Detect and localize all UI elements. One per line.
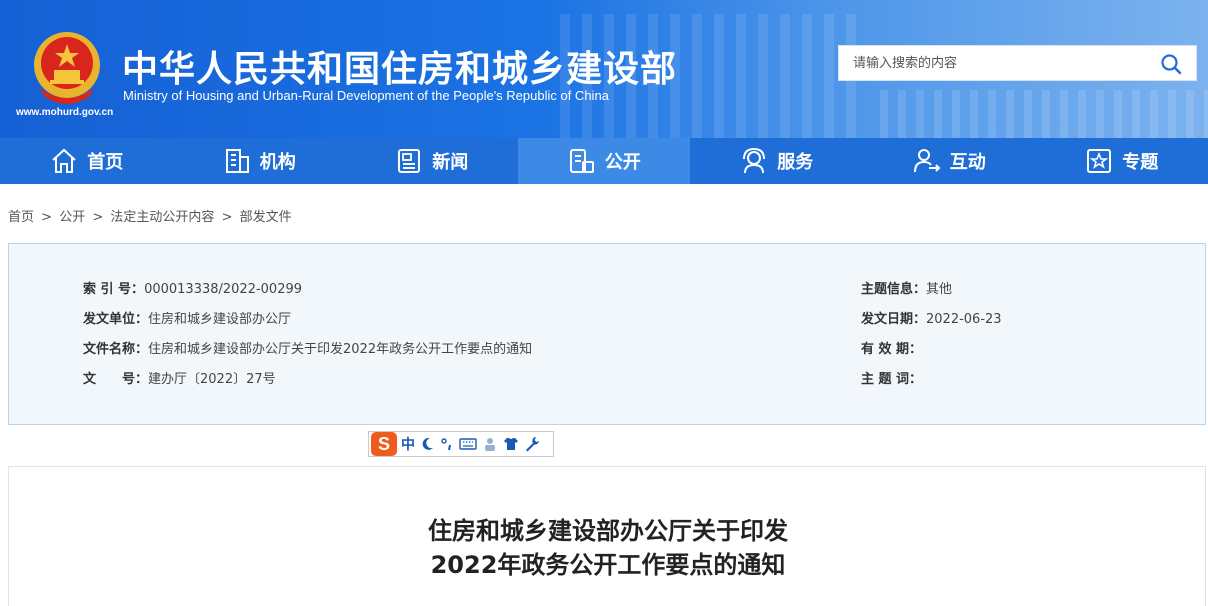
breadcrumb-home[interactable]: 首页 [8, 210, 34, 225]
info-index-value: 000013338/2022-00299 [144, 282, 303, 297]
site-header: www.mohurd.gov.cn 中华人民共和国住房和城乡建设部 Minist… [0, 0, 1208, 138]
document-title-line1: 住房和城乡建设部办公厅关于印发 [428, 517, 788, 545]
breadcrumb-separator: > [221, 210, 233, 225]
nav-item-topic[interactable]: 专题 [1035, 138, 1208, 184]
search-icon[interactable] [1160, 53, 1182, 75]
document-content: 住房和城乡建设部办公厅关于印发 2022年政务公开工作要点的通知 [8, 466, 1206, 606]
home-icon [52, 148, 76, 173]
nav-label-service: 服务 [777, 152, 814, 173]
nav-label-org: 机构 [259, 152, 296, 173]
nav-item-news[interactable]: 新闻 [345, 138, 518, 184]
nav-item-home[interactable]: 首页 [0, 138, 173, 184]
info-keywords-label: 主 题 词： [861, 372, 923, 387]
info-validity: 有 效 期： [861, 338, 922, 357]
punctuation-icon[interactable] [440, 436, 454, 452]
topic-star-icon [1087, 149, 1112, 173]
nav-item-disclosure[interactable]: 公开 [517, 138, 690, 184]
skin-shirt-icon[interactable] [503, 436, 519, 452]
info-date-label: 发文日期： [861, 312, 927, 327]
info-topic-value: 其他 [926, 282, 953, 297]
nav-label-home: 首页 [87, 152, 124, 173]
info-docno-label: 文 号： [83, 372, 149, 387]
moon-icon[interactable] [421, 436, 435, 452]
document-info-panel: 索 引 号：000013338/2022-00299 发文单位：住房和城乡建设部… [8, 243, 1206, 425]
info-filename-value: 住房和城乡建设部办公厅关于印发2022年政务公开工作要点的通知 [148, 342, 533, 357]
nav-item-interaction[interactable]: 互动 [863, 138, 1036, 184]
voice-icon[interactable] [482, 436, 498, 452]
main-nav: 首页 机构 新闻 公开 服务 互动 专题 [0, 138, 1208, 184]
info-issuer: 发文单位：住房和城乡建设部办公厅 [83, 308, 291, 327]
search-box [838, 45, 1197, 81]
info-validity-label: 有 效 期： [861, 342, 923, 357]
ime-toolbar[interactable]: S 中 [368, 431, 554, 457]
info-topic-label: 主题信息： [861, 282, 927, 297]
wrench-icon[interactable] [524, 436, 540, 452]
site-title: 中华人民共和国住房和城乡建设部 [122, 49, 678, 90]
interaction-icon [913, 149, 941, 173]
keyboard-icon[interactable] [459, 437, 477, 451]
news-icon [398, 149, 421, 173]
site-subtitle: Ministry of Housing and Urban-Rural Deve… [123, 88, 609, 103]
search-input[interactable] [839, 46, 1149, 80]
info-date: 发文日期：2022-06-23 [861, 308, 1002, 327]
header-building-backdrop-right [880, 90, 1208, 138]
breadcrumb-statutory[interactable]: 法定主动公开内容 [110, 210, 214, 225]
ime-mode-toggle[interactable]: 中 [401, 434, 415, 454]
disclosure-icon [569, 149, 594, 173]
breadcrumb-separator: > [41, 210, 53, 225]
breadcrumb-ministry-docs[interactable]: 部发文件 [240, 210, 292, 225]
service-icon [743, 147, 766, 174]
site-url: www.mohurd.gov.cn [16, 107, 114, 118]
info-issuer-label: 发文单位： [83, 312, 149, 327]
sogou-logo-icon[interactable]: S [371, 432, 397, 456]
info-index-label: 索 引 号： [83, 282, 145, 297]
nav-label-news: 新闻 [432, 152, 469, 173]
info-date-value: 2022-06-23 [926, 312, 1002, 327]
nav-item-org[interactable]: 机构 [173, 138, 346, 184]
nav-item-service[interactable]: 服务 [690, 138, 863, 184]
nav-label-topic: 专题 [1122, 152, 1159, 173]
info-docno: 文 号：建办厅〔2022〕27号 [83, 368, 276, 387]
info-filename-label: 文件名称： [83, 342, 149, 357]
building-icon [225, 149, 249, 173]
document-title-line2: 2022年政务公开工作要点的通知 [430, 551, 786, 579]
info-keywords: 主 题 词： [861, 368, 922, 387]
info-issuer-value: 住房和城乡建设部办公厅 [148, 312, 292, 327]
breadcrumb-disclosure[interactable]: 公开 [59, 210, 85, 225]
info-filename: 文件名称：住房和城乡建设部办公厅关于印发2022年政务公开工作要点的通知 [83, 338, 532, 357]
national-emblem-icon[interactable] [30, 30, 104, 104]
nav-label-disclosure: 公开 [604, 152, 641, 173]
breadcrumb: 首页 > 公开 > 法定主动公开内容 > 部发文件 [8, 206, 295, 225]
info-docno-value: 建办厅〔2022〕27号 [148, 372, 276, 387]
breadcrumb-separator: > [92, 210, 104, 225]
info-topic: 主题信息：其他 [861, 278, 952, 297]
nav-label-interaction: 互动 [949, 152, 986, 173]
info-index: 索 引 号：000013338/2022-00299 [83, 278, 302, 297]
